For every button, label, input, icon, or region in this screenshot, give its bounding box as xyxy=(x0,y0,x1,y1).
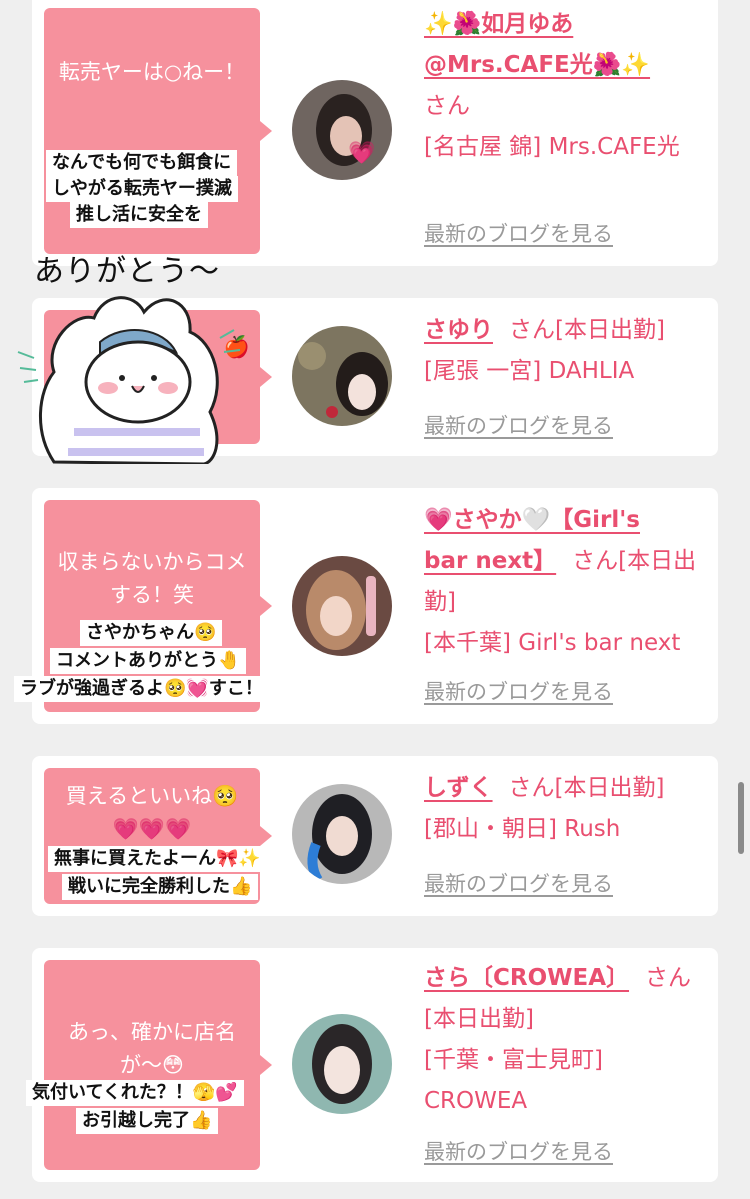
girl-avatar[interactable] xyxy=(292,326,392,426)
reply-sticker: お引越し完了👍 xyxy=(76,1108,219,1134)
blog-card: あっ、確かに店名が〜😳 さら〔CROWEA〕 さん[本日出勤] [千葉・富士見町]… xyxy=(32,948,718,1182)
reply-sticker: しやがる転売ヤー撲滅 xyxy=(46,176,238,202)
reply-sticker: コメントありがとう🤚 xyxy=(50,648,247,674)
girl-avatar[interactable] xyxy=(292,784,392,884)
reply-sticker: ラブが強過ぎるよ🥺💓すこ！ xyxy=(14,676,269,702)
latest-blog-link[interactable]: 最新のブログを見る xyxy=(424,676,613,706)
shop-info: [千葉・富士見町] CROWEA xyxy=(424,1047,603,1114)
girl-info: ✨🌺如月ゆあ @Mrs.CAFE光🌺✨ さん [名古屋 錦] Mrs.CAFE光 xyxy=(424,4,704,168)
blog-comment-feed: 転売ヤーは○ねー！ 💗 ✨🌺如月ゆあ @Mrs.CAFE光🌺✨ さん [名古屋 … xyxy=(0,0,750,1199)
reply-sticker: 戦いに完全勝利した👍 xyxy=(62,874,259,900)
comment-text: 収まらないからコメする！笑 xyxy=(57,550,247,607)
shop-info: [本千葉] Girl's bar next xyxy=(424,630,681,656)
svg-text:💗: 💗 xyxy=(348,140,376,166)
girl-info: さら〔CROWEA〕 さん[本日出勤] [千葉・富士見町] CROWEA xyxy=(424,958,704,1122)
latest-blog-link[interactable]: 最新のブログを見る xyxy=(424,1136,613,1166)
shop-info: [名古屋 錦] Mrs.CAFE光 xyxy=(424,134,680,160)
handwritten-thanks: ありがとう〜 xyxy=(34,254,220,289)
comment-text: 買えるといいね🥺💗💗💗 xyxy=(65,784,239,841)
latest-blog-link[interactable]: 最新のブログを見る xyxy=(424,868,613,898)
girl-info: 💗さやか🤍【Girl's bar next】 さん[本日出勤] [本千葉] Gir… xyxy=(424,500,704,664)
character-sticker xyxy=(14,282,244,466)
latest-blog-link[interactable]: 最新のブログを見る xyxy=(424,410,613,440)
girl-info: しずく さん[本日出勤] [郡山・朝日] Rush xyxy=(424,768,704,850)
girl-info: さゆり さん[本日出勤] [尾張 一宮] DAHLIA xyxy=(424,310,704,392)
reply-sticker: 推し活に安全を xyxy=(70,202,208,228)
latest-blog-link[interactable]: 最新のブログを見る xyxy=(424,218,613,248)
scrollbar[interactable] xyxy=(738,782,744,854)
name-suffix: さん[本日出勤] xyxy=(508,775,665,801)
reply-sticker: 無事に買えたよーん🎀✨ xyxy=(48,846,267,872)
reply-sticker: さやかちゃん🥺 xyxy=(80,620,223,646)
girl-name-link[interactable]: さら〔CROWEA〕 xyxy=(424,965,629,991)
girl-name-link[interactable]: さゆり xyxy=(424,317,493,343)
comment-bubble: あっ、確かに店名が〜😳 xyxy=(44,960,272,1170)
shop-info: [郡山・朝日] Rush xyxy=(424,816,621,842)
girl-avatar[interactable]: 💗 xyxy=(292,80,392,180)
girl-name-link-2[interactable]: bar next】 xyxy=(424,548,556,574)
reply-sticker: なんでも何でも餌食に xyxy=(46,150,238,176)
name-suffix: さん[本日出勤] xyxy=(509,317,665,343)
reply-sticker: 気付いてくれた？！🫣💕 xyxy=(26,1080,244,1106)
shop-info: [尾張 一宮] DAHLIA xyxy=(424,358,635,384)
name-suffix: さん xyxy=(424,93,470,119)
girl-name-link[interactable]: しずく xyxy=(424,775,493,801)
comment-text: 転売ヤーは○ねー！ xyxy=(58,60,246,84)
girl-name-link[interactable]: ✨🌺如月ゆあ xyxy=(424,11,573,37)
comment-text: あっ、確かに店名が〜😳 xyxy=(68,1020,236,1077)
girl-name-link-2[interactable]: @Mrs.CAFE光🌺✨ xyxy=(424,52,650,78)
girl-avatar[interactable] xyxy=(292,556,392,656)
girl-avatar[interactable] xyxy=(292,1014,392,1114)
girl-name-link[interactable]: 💗さやか🤍【Girl's xyxy=(424,507,640,533)
